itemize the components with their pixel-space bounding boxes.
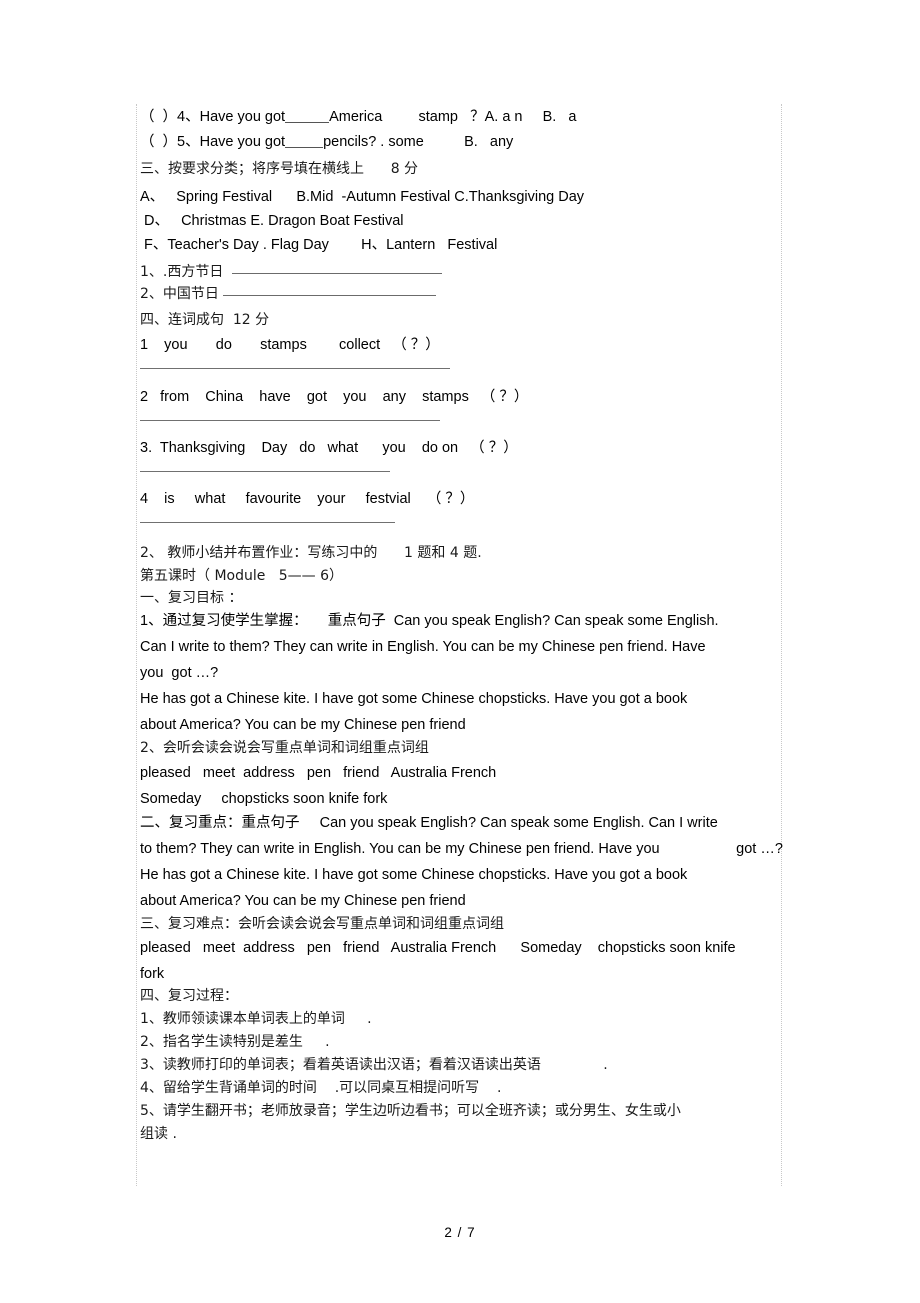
answer-rule-jumble-3[interactable]	[140, 471, 390, 472]
answer-rule-jumble-1[interactable]	[140, 368, 450, 369]
doc-line-q5: （ ）5、Have you got pencils? . some B. any	[140, 135, 513, 150]
doc-line-sec2-c: He has got a Chinese kite. I have got so…	[140, 867, 688, 883]
question-text-before: （ ）4、Have you got	[140, 109, 286, 125]
doc-line-words4: fork	[140, 966, 165, 982]
answer-rule-jumble-2[interactable]	[140, 420, 440, 421]
doc-line-jumble-4: 4 is what favourite your festvial （ ？）	[140, 491, 475, 507]
doc-line-sec3-title: 三、按要求分类；将序号填在横线上 8 分	[140, 161, 419, 177]
doc-line-cls-1: 1、.西方节日	[140, 264, 443, 280]
doc-line-step5: 5、请学生翻开书；老师放录音；学生边听边看书；可以全班齐读；或分男生、女生或小	[140, 1103, 681, 1119]
classify-label: 1、.西方节日	[140, 264, 233, 280]
answer-rule[interactable]	[223, 295, 437, 296]
answer-rule-jumble-4[interactable]	[140, 522, 395, 523]
doc-line-sec2-d: about America? You can be my Chinese pen…	[140, 893, 466, 909]
doc-line-sec1-title: 一、复习目标 ：	[140, 590, 243, 606]
doc-line-step2: 2、指名学生读特别是差生 .	[140, 1034, 330, 1050]
doc-line-step4: 4、留给学生背诵单词的时间 .可以同桌互相提问听写 .	[140, 1080, 502, 1096]
doc-line-sec4-title: 四、连词成句 12 分	[140, 312, 270, 328]
doc-line-lesson5: 第五课时（ Module 5—— 6）	[140, 568, 343, 584]
doc-line-words3: pleased meet address pen friend Australi…	[140, 940, 736, 956]
fill-in-blank[interactable]	[285, 122, 330, 123]
doc-line-cls-2: 2、中国节日	[140, 286, 437, 302]
doc-line-sec4b-title: 四、复习过程：	[140, 988, 238, 1004]
doc-line-jumble-3: 3. Thanksgiving Day do what you do on （ …	[140, 440, 518, 456]
page-number: 2 / 7	[444, 1225, 476, 1240]
question-text-after: pencils? . some B. any	[323, 134, 514, 150]
doc-line-step5b: 组读 .	[140, 1126, 177, 1142]
answer-rule[interactable]	[232, 273, 443, 274]
doc-line-opt-abc: A、 Spring Festival B.Mid -Autumn Festiva…	[140, 189, 585, 205]
doc-line-opt-fh: F、Teacher's Day . Flag Day H、Lantern Fes…	[140, 237, 498, 253]
fill-in-blank[interactable]	[285, 147, 324, 148]
classify-label: 2、中国节日	[140, 286, 224, 302]
doc-line-goal1c: you got …?	[140, 665, 219, 681]
doc-line-sec3b-title: 三、复习难点：会听会读会说会写重点单词和词组重点词组	[140, 916, 504, 932]
doc-line-words1: pleased meet address pen friend Australi…	[140, 765, 497, 781]
doc-line-goal1e: about America? You can be my Chinese pen…	[140, 717, 466, 733]
doc-line-goal1a: 1、通过复习使学生掌握： 重点句子 Can you speak English?…	[140, 613, 719, 629]
doc-line-jumble-1: 1 you do stamps collect （ ？）	[140, 337, 440, 353]
doc-line-step1: 1、教师领读课本单词表上的单词 .	[140, 1011, 372, 1027]
question-text-before: （ ）5、Have you got	[140, 134, 286, 150]
doc-line-sec2-title: 二、复习重点：重点句子 Can you speak English? Can s…	[140, 815, 718, 831]
doc-line-sec2-b: to them? They can write in English. You …	[140, 841, 783, 857]
doc-line-words2: Someday chopsticks soon knife fork	[140, 791, 388, 807]
doc-line-homework: 2、 教师小结并布置作业：写练习中的 1 题和 4 题.	[140, 545, 482, 561]
doc-line-step3: 3、读教师打印的单词表；看着英语读出汉语；看着汉语读出英语 .	[140, 1057, 608, 1073]
doc-line-opt-de: D、 Christmas E. Dragon Boat Festival	[140, 213, 404, 229]
question-text-after: America stamp ？A. a n B. a	[329, 109, 577, 125]
doc-line-goal1d: He has got a Chinese kite. I have got so…	[140, 691, 688, 707]
doc-line-jumble-2: 2 from China have got you any stamps （ ？…	[140, 389, 529, 405]
doc-line-goal2: 2、会听会读会说会写重点单词和词组重点词组	[140, 740, 429, 756]
doc-line-q4: （ ）4、Have you got America stamp ？A. a n B…	[140, 110, 576, 125]
doc-line-goal1b: Can I write to them? They can write in E…	[140, 639, 706, 655]
